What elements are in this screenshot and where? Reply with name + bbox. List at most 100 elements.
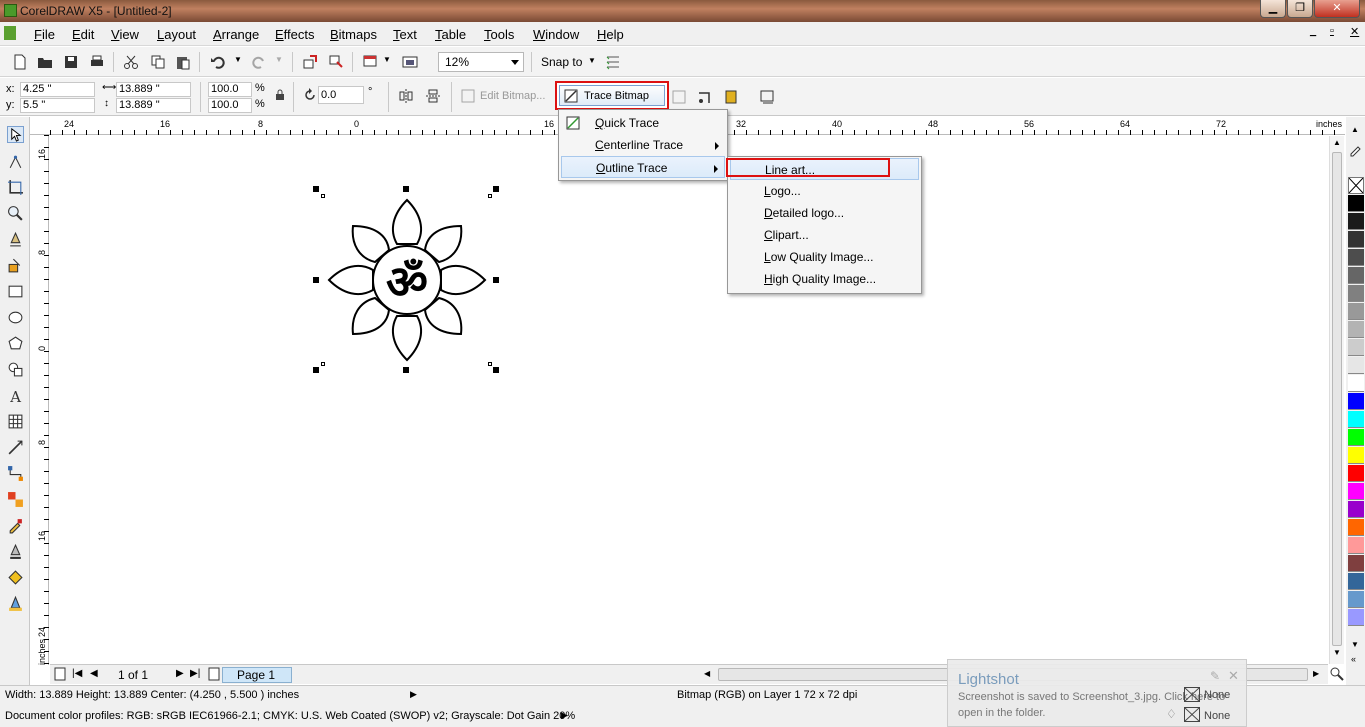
menu-edit[interactable]: Edit (72, 27, 94, 42)
palette-scroll-up-icon[interactable]: ▲ (1351, 125, 1359, 134)
undo-dropdown-icon[interactable]: ▼ (234, 55, 242, 64)
color-swatch[interactable] (1348, 213, 1364, 230)
no-color-swatch[interactable] (1348, 177, 1364, 194)
color-swatch[interactable] (1348, 465, 1364, 482)
color-swatch[interactable] (1348, 231, 1364, 248)
menu-item-detailed-logo[interactable]: Detailed logo... (730, 202, 919, 224)
scroll-down-icon[interactable]: ▼ (1333, 648, 1341, 657)
menu-item-low-quality-image[interactable]: Low Quality Image... (730, 246, 919, 268)
color-swatch[interactable] (1348, 285, 1364, 302)
menu-text[interactable]: Text (393, 27, 417, 42)
options-icon[interactable] (605, 54, 621, 70)
color-swatch[interactable] (1348, 267, 1364, 284)
copy-icon[interactable] (150, 54, 166, 70)
selection-handle[interactable] (403, 186, 409, 192)
doc-minimize[interactable]: _ (1310, 25, 1316, 37)
snap-to-dropdown[interactable]: Snap to (541, 55, 582, 69)
polygon-tool-icon[interactable] (7, 335, 24, 352)
fill-tool-icon[interactable] (7, 569, 24, 586)
export-icon[interactable] (328, 54, 344, 70)
paste-icon[interactable] (175, 54, 191, 70)
scale-width-input[interactable]: 100.0 (208, 82, 252, 97)
status-expand-icon[interactable]: ▶ (410, 689, 417, 700)
palette-scroll-down-icon[interactable]: ▼ (1351, 640, 1359, 649)
menu-view[interactable]: View (111, 27, 139, 42)
selection-handle[interactable] (493, 186, 499, 192)
om-lotus-bitmap[interactable]: ॐ (325, 196, 489, 364)
color-swatch[interactable] (1348, 339, 1364, 356)
connector-tool-icon[interactable] (7, 465, 24, 482)
selection-handle[interactable] (313, 367, 319, 373)
color-profiles-status[interactable]: Document color profiles: RGB: sRGB IEC61… (5, 710, 575, 722)
menu-effects[interactable]: Effects (275, 27, 315, 42)
rotation-angle-input[interactable]: 0.0 (318, 86, 364, 104)
vertical-scrollbar[interactable]: ▲ ▼ (1329, 136, 1344, 664)
eyedropper-icon[interactable] (1348, 141, 1364, 157)
insert-page-after-icon[interactable] (208, 667, 220, 681)
import-icon[interactable] (302, 54, 318, 70)
crop-bitmap-icon[interactable] (697, 89, 713, 105)
redo-icon[interactable] (251, 54, 267, 70)
scale-height-input[interactable]: 100.0 (208, 98, 252, 113)
color-swatch[interactable] (1348, 537, 1364, 554)
bitmap-node[interactable] (321, 362, 325, 366)
edit-bitmap-button[interactable]: Edit Bitmap... (480, 90, 545, 102)
close-button[interactable]: ✕ (1314, 0, 1360, 18)
palette-expand-icon[interactable]: « (1351, 654, 1356, 664)
text-tool-icon[interactable]: A (7, 387, 24, 404)
eyedropper-tool-icon[interactable] (7, 517, 24, 534)
outline-pen-tool-icon[interactable] (7, 543, 24, 560)
menu-tools[interactable]: Tools (484, 27, 514, 42)
color-swatch[interactable] (1348, 321, 1364, 338)
color-swatch[interactable] (1348, 573, 1364, 590)
maximize-button[interactable]: ❐ (1287, 0, 1313, 18)
menu-help[interactable]: Help (597, 27, 624, 42)
snap-to-chevron-icon[interactable]: ▼ (588, 56, 596, 65)
menu-window[interactable]: Window (533, 27, 579, 42)
minimize-button[interactable]: ▁ (1260, 0, 1286, 18)
menu-item-outline-trace[interactable]: Outline Trace (561, 156, 725, 178)
menu-item-high-quality-image[interactable]: High Quality Image... (730, 268, 919, 290)
page-tab[interactable]: Page 1 (222, 667, 292, 683)
color-swatch[interactable] (1348, 609, 1364, 626)
color-swatch[interactable] (1348, 591, 1364, 608)
doc-close[interactable]: ✕ (1350, 25, 1359, 38)
selection-handle[interactable] (403, 367, 409, 373)
lightshot-close-icon[interactable]: ✕ (1228, 668, 1239, 684)
vertical-ruler[interactable]: 16 8 0 8 16 24 inches (31, 135, 49, 665)
color-swatch[interactable] (1348, 195, 1364, 212)
bitmap-color-mask-icon[interactable] (723, 89, 739, 105)
color-swatch[interactable] (1348, 501, 1364, 518)
color-swatch[interactable] (1348, 303, 1364, 320)
drawing-canvas[interactable]: ॐ (50, 136, 1328, 664)
zoom-tool-icon[interactable] (7, 205, 24, 222)
color-swatch[interactable] (1348, 393, 1364, 410)
table-tool-icon[interactable] (7, 413, 24, 430)
color-swatch[interactable] (1348, 357, 1364, 374)
selection-handle[interactable] (313, 186, 319, 192)
ellipse-tool-icon[interactable] (7, 309, 24, 326)
lock-ratio-icon[interactable] (274, 89, 286, 101)
menu-item-centerline-trace[interactable]: Centerline Trace (561, 134, 725, 156)
x-position-input[interactable]: 4.25 " (20, 82, 95, 97)
color-swatch[interactable] (1348, 555, 1364, 572)
menu-file[interactable]: File (34, 27, 55, 42)
color-swatch[interactable] (1348, 519, 1364, 536)
interactive-fill-tool-icon[interactable] (7, 595, 24, 612)
welcome-screen-icon[interactable] (402, 54, 418, 70)
bitmap-node[interactable] (321, 194, 325, 198)
menu-item-logo[interactable]: Logo... (730, 180, 919, 202)
color-swatch[interactable] (1348, 447, 1364, 464)
insert-page-before-icon[interactable] (54, 667, 66, 681)
scroll-right-icon[interactable]: ▶ (1313, 669, 1319, 678)
mirror-horizontal-icon[interactable] (398, 88, 414, 104)
crop-tool-icon[interactable] (7, 179, 24, 196)
last-page-icon[interactable]: ▶| (190, 668, 200, 679)
undo-icon[interactable] (210, 54, 226, 70)
print-icon[interactable] (89, 54, 105, 70)
mirror-vertical-icon[interactable] (425, 88, 441, 104)
bitmap-node[interactable] (488, 362, 492, 366)
selection-handle[interactable] (493, 277, 499, 283)
zoom-level-combo[interactable]: 12% (438, 52, 524, 72)
color-swatch[interactable] (1348, 429, 1364, 446)
